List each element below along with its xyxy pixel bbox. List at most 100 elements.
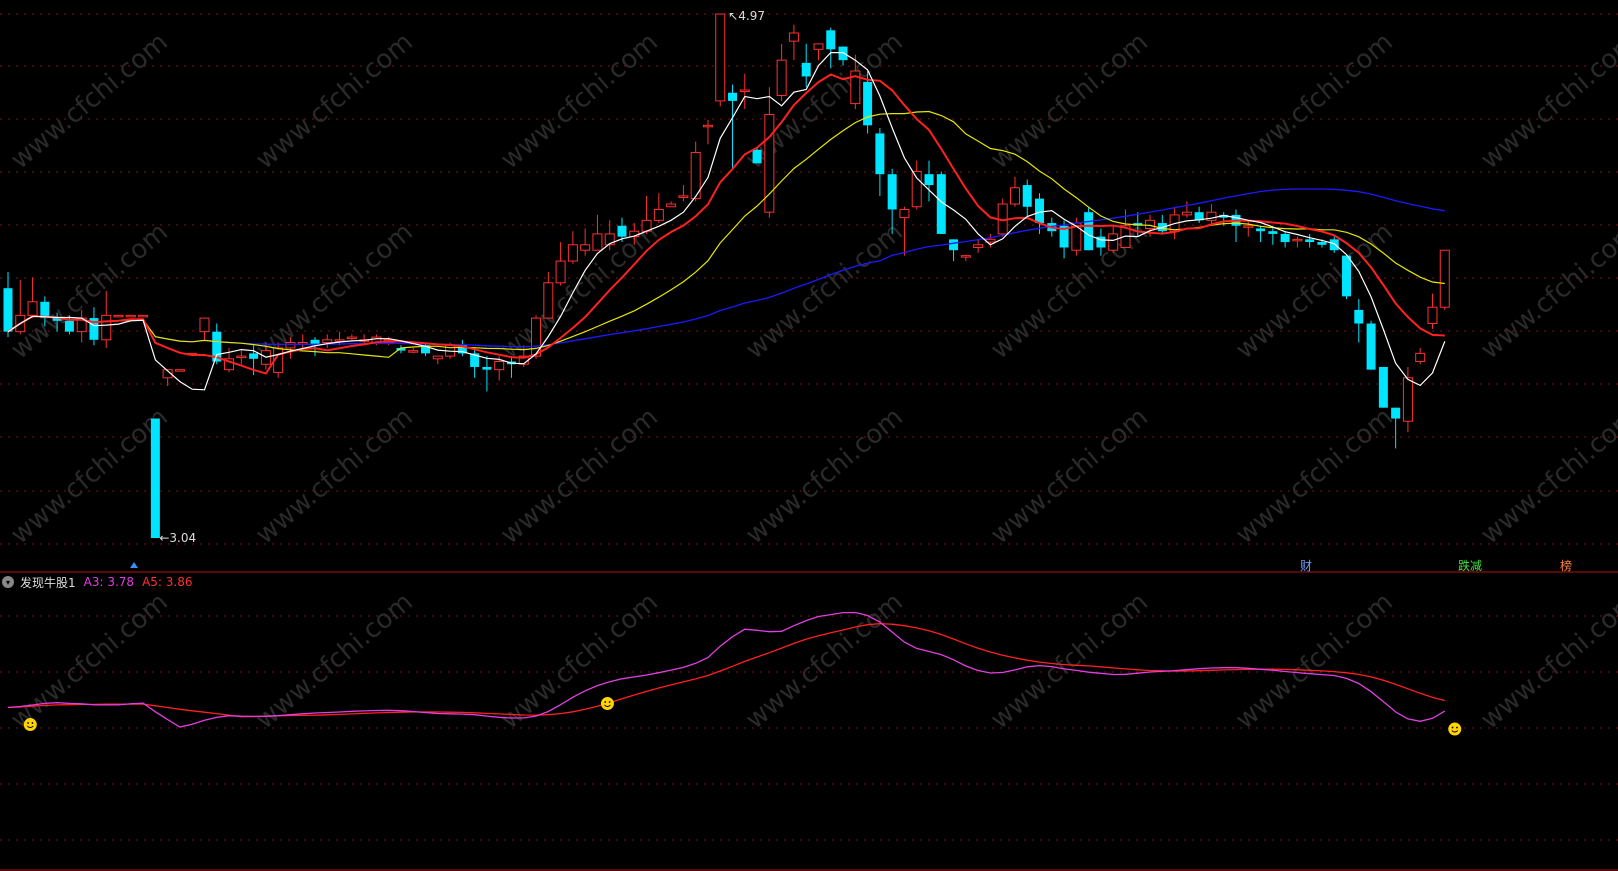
candle — [702, 119, 713, 145]
candle-body — [801, 62, 811, 77]
candle-body — [911, 170, 922, 208]
candle — [138, 314, 149, 318]
candle — [875, 128, 885, 196]
candle — [101, 290, 112, 348]
candle-body — [1268, 231, 1278, 234]
candle-body — [567, 244, 578, 262]
candle-body — [949, 239, 959, 251]
high-price-label: ↖4.97 — [728, 9, 765, 23]
candlestick-series[interactable] — [3, 13, 1450, 538]
a3-value: A3: 3.78 — [83, 575, 135, 589]
candle — [1206, 204, 1217, 226]
candle — [1402, 366, 1413, 433]
candle — [1181, 201, 1192, 218]
candle — [113, 314, 124, 318]
candle — [1059, 220, 1069, 259]
smiley-face — [23, 718, 37, 732]
candle — [960, 255, 971, 262]
candle — [432, 355, 443, 365]
candle-body — [617, 225, 627, 237]
watermark-text: www.cfchi.com — [495, 587, 664, 735]
watermark-text: www.cfchi.com — [495, 27, 664, 175]
candle-body — [1084, 212, 1094, 251]
candle-body — [1181, 211, 1192, 216]
candle — [1280, 231, 1290, 248]
candle-body — [678, 195, 689, 198]
candle — [1022, 179, 1032, 218]
candle-body — [739, 89, 750, 93]
a5-value: A5: 3.86 — [142, 575, 193, 589]
candle-body — [838, 46, 848, 61]
watermark-text: www.cfchi.com — [250, 27, 419, 175]
candle-body — [752, 149, 762, 164]
watermark-text: www.cfchi.com — [250, 402, 419, 550]
candle-body — [666, 203, 677, 208]
candle — [641, 195, 652, 234]
candle-body — [113, 314, 124, 318]
candle — [1268, 228, 1278, 245]
candle-body — [1108, 233, 1119, 251]
candle — [997, 198, 1008, 237]
candle-body — [875, 133, 885, 175]
candle-body — [432, 355, 443, 360]
candle-body — [482, 366, 492, 370]
candle-body — [1342, 255, 1352, 297]
candle-body — [1145, 219, 1156, 229]
marker-cai[interactable]: 财 — [1300, 557, 1312, 574]
candle — [1243, 220, 1254, 237]
collapse-icon[interactable]: ▾ — [2, 576, 14, 588]
candle — [1439, 249, 1450, 310]
candle — [27, 277, 38, 319]
watermark-text: www.cfchi.com — [1230, 587, 1399, 735]
candle — [801, 43, 811, 88]
candle — [1084, 206, 1094, 251]
candle — [1415, 347, 1426, 365]
candle-body — [3, 288, 13, 332]
watermark-text: www.cfchi.com — [1475, 27, 1618, 175]
candle — [322, 334, 333, 348]
candle-body — [138, 314, 149, 318]
ma60-line — [7, 188, 1445, 348]
indicator-name[interactable]: 发现牛股1 — [20, 574, 76, 591]
candle-body — [1280, 233, 1290, 243]
candle-body — [580, 244, 591, 251]
candle — [715, 13, 726, 107]
candle-body — [408, 350, 419, 353]
candle-body — [1256, 228, 1266, 232]
candle — [764, 87, 775, 218]
ma20-line — [7, 110, 1445, 358]
candle — [3, 271, 13, 338]
candle-body — [249, 353, 259, 359]
candle-body — [236, 355, 247, 359]
moving-average-lines — [7, 52, 1446, 391]
smiley-eye — [1456, 726, 1458, 729]
up-arrow-icon — [130, 562, 138, 568]
candle — [1342, 255, 1352, 300]
candle-body — [1243, 225, 1254, 228]
watermark-text: www.cfchi.com — [740, 402, 909, 550]
candle-body — [334, 339, 345, 342]
candle — [150, 418, 160, 538]
candle-body — [592, 233, 603, 251]
smiley-face — [1448, 722, 1462, 736]
watermark-text: www.cfchi.com — [1475, 402, 1618, 550]
candle — [236, 350, 247, 365]
candle-body — [346, 336, 357, 340]
candle-body — [887, 174, 897, 210]
indicator-header: ▾ 发现牛股1 A3: 3.78 A5: 3.86 — [2, 573, 192, 591]
marker-dieting[interactable]: 跌减 — [1458, 557, 1482, 574]
marker-bang[interactable]: 榜 — [1560, 557, 1572, 574]
candle — [162, 369, 173, 386]
price-labels: ↖4.97 ←3.04 — [159, 9, 765, 545]
candle-body — [1022, 185, 1032, 207]
candle-body — [150, 418, 160, 538]
candle — [346, 334, 357, 340]
candle-body — [653, 208, 664, 221]
smiley-signal-icon — [600, 697, 614, 711]
candle-body — [494, 361, 505, 371]
smiley-eye — [31, 722, 34, 724]
candle — [739, 73, 750, 110]
candle-body — [1305, 239, 1315, 243]
candle — [555, 242, 566, 286]
candle-body — [174, 369, 185, 372]
